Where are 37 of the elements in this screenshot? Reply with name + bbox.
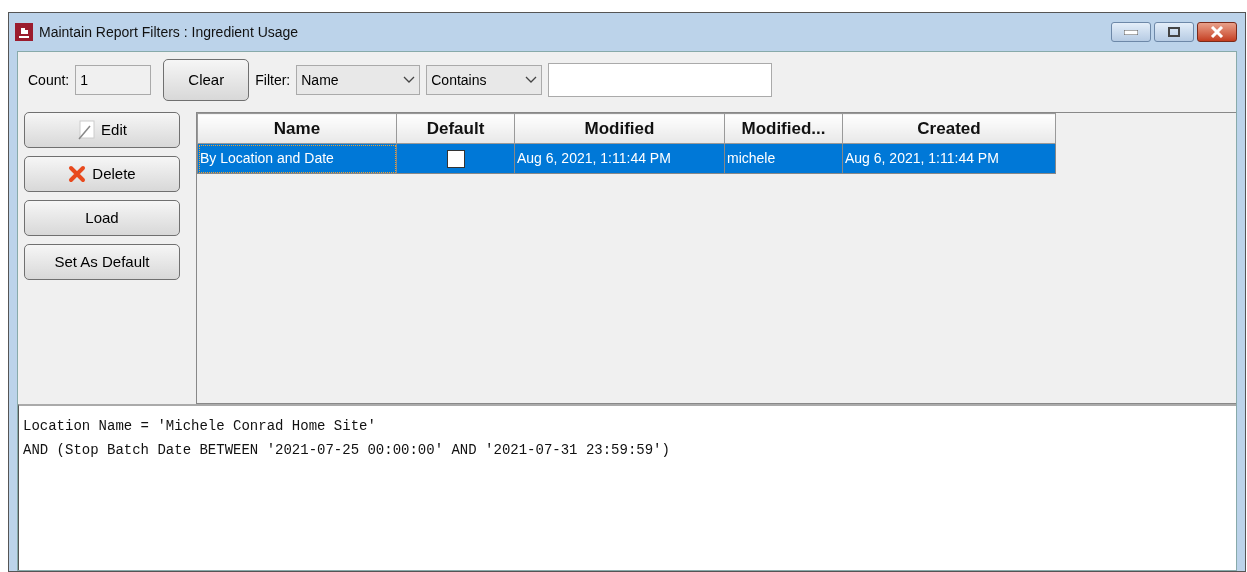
filter-label: Filter: (255, 70, 291, 90)
count-field[interactable]: 1 (75, 65, 152, 95)
delete-icon (68, 165, 87, 183)
maximize-icon (1168, 27, 1180, 37)
pencil-icon (77, 120, 96, 140)
operator-dropdown[interactable]: Contains (426, 65, 543, 95)
column-header[interactable]: Modified (514, 113, 725, 144)
action-button[interactable]: Delete (24, 156, 180, 192)
column-header[interactable]: Modified... (724, 113, 843, 144)
count-label: Count: (28, 70, 70, 90)
table-cell: michele (724, 143, 843, 174)
action-button[interactable]: Load (24, 200, 180, 236)
minimize-button[interactable] (1111, 22, 1151, 42)
filter-value-field[interactable] (548, 63, 773, 97)
filter-expression-area[interactable]: Location Name = 'Michele Conrad Home Site' AND (Stop Batch Date BETWEEN '2021-07-25 00:00:00' AND '2021-07-31 23:59:59') (18, 404, 1236, 570)
minimize-icon (1124, 29, 1138, 35)
column-header[interactable]: Created (842, 113, 1056, 144)
app-icon (15, 23, 33, 41)
filter-field-dropdown[interactable]: Name (296, 65, 421, 95)
chevron-down-icon (525, 76, 538, 84)
chevron-down-icon (403, 76, 416, 84)
filter-line: Location Name = 'Michele Conrad Home Site' (23, 417, 377, 436)
window-title: Maintain Report Filters : Ingredient Usage (39, 22, 299, 42)
filter-line: AND (Stop Batch Date BETWEEN '2021-07-25 00:00:00' AND '2021-07-31 23:59:59') (23, 441, 671, 460)
close-button[interactable] (1197, 22, 1237, 42)
column-header[interactable]: Default (396, 113, 515, 144)
table-row[interactable]: By Location and Date Aug 6, 2021, 1:11:44 PM michele Aug 6, 2021, 1:11:44 PM (197, 143, 1056, 174)
table-cell: Aug 6, 2021, 1:11:44 PM (842, 143, 1056, 174)
clear-button[interactable]: Clear (163, 59, 250, 101)
action-button[interactable]: Edit (24, 112, 180, 148)
column-header[interactable]: Name (197, 113, 397, 144)
table-cell: Aug 6, 2021, 1:11:44 PM (514, 143, 725, 174)
action-button[interactable]: Set As Default (24, 244, 180, 280)
table-cell: By Location and Date (197, 143, 397, 174)
close-icon (1210, 26, 1224, 38)
checkbox[interactable] (446, 150, 465, 169)
maximize-button[interactable] (1154, 22, 1194, 42)
